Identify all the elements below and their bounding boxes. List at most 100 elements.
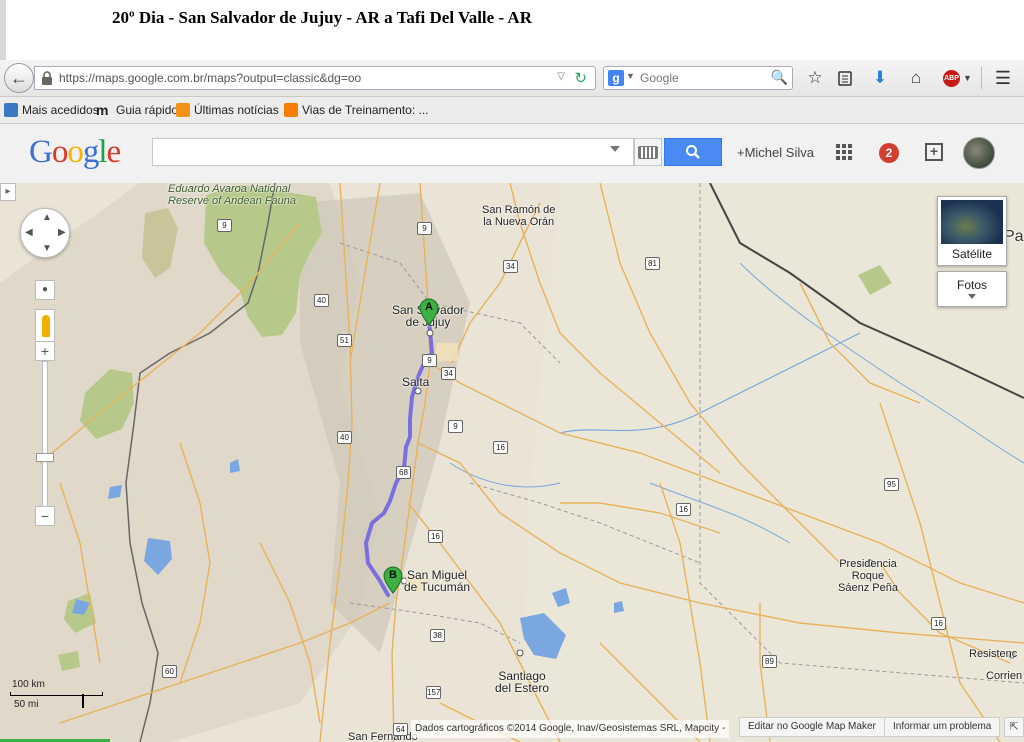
- route-shield: 40: [337, 431, 352, 444]
- collapse-corner-icon[interactable]: ⇱: [1004, 717, 1024, 737]
- santiago-label-line-2: del Estero: [495, 681, 550, 695]
- avatar[interactable]: [963, 137, 995, 169]
- search-dropdown-icon[interactable]: [610, 146, 620, 152]
- center-location-button[interactable]: ●: [35, 280, 55, 300]
- browser-search-box[interactable]: g ▼ Google 🔍: [603, 66, 793, 90]
- san-ramon-label: San Ramón de la Nueva Orán: [482, 204, 555, 228]
- bookmark-ultimas-noticias[interactable]: Últimas notícias: [176, 101, 279, 119]
- chevron-right-icon: ▸: [5, 186, 11, 197]
- page-title-text: 20º Dia - San Salvador de Jujuy - AR a T…: [112, 8, 532, 27]
- google-maps-header: Google +Michel Silva 2 +: [0, 124, 1024, 184]
- google-logo[interactable]: Google: [29, 134, 121, 171]
- user-profile-link[interactable]: +Michel Silva: [737, 145, 814, 160]
- map-canvas[interactable]: Eduardo Avaroa National Reserve of Andean…: [0, 183, 1024, 742]
- zoom-slider-thumb[interactable]: [36, 453, 54, 462]
- san-miguel-label-line-2: de Tucumán: [404, 580, 471, 594]
- rss-icon: [176, 103, 190, 117]
- pan-left-icon[interactable]: ◀: [25, 227, 33, 238]
- san-miguel-label: San Miguel de Tucumán: [404, 569, 470, 593]
- bookmark-guia-rapido[interactable]: m Guia rápido: [96, 101, 178, 119]
- scale-bar: 100 km 50 mi: [10, 677, 103, 717]
- pan-up-icon[interactable]: ▲: [42, 212, 52, 223]
- folder-icon: [4, 103, 18, 117]
- magnifier-icon: [686, 145, 700, 159]
- url-text: https://maps.google.com.br/maps?output=c…: [59, 71, 362, 85]
- home-icon[interactable]: ⌂: [905, 68, 927, 88]
- route-shield: 60: [162, 665, 177, 678]
- zoom-slider-track[interactable]: [42, 361, 48, 511]
- reading-list-icon[interactable]: [834, 68, 856, 88]
- hamburger-menu-icon[interactable]: ☰: [992, 68, 1014, 88]
- reload-icon[interactable]: ↻: [574, 69, 587, 87]
- route-shield: 9: [422, 354, 437, 367]
- photos-label: Fotos: [956, 278, 987, 292]
- route-shield: 38: [430, 629, 445, 642]
- zoom-out-button[interactable]: −: [35, 506, 55, 526]
- photos-toggle[interactable]: Fotos: [937, 271, 1007, 307]
- presidencia-label: Presidencia Roque Sáenz Peña: [838, 558, 898, 594]
- bookmark-label: Últimas notícias: [194, 103, 279, 117]
- bookmark-vias-de-treinamento[interactable]: Vias de Treinamento: ...: [284, 101, 429, 119]
- san-ramon-label-line-2: la Nueva Orán: [483, 216, 555, 228]
- report-problem-link[interactable]: Informar um problema: [884, 717, 1001, 737]
- corrientes-label: Corrien: [986, 670, 1023, 682]
- chevron-down-icon: [968, 294, 976, 299]
- pan-down-icon[interactable]: ▼: [42, 243, 52, 254]
- satellite-thumbnail: [941, 200, 1003, 244]
- plus-icon: +: [40, 343, 50, 359]
- route-origin-marker[interactable]: A: [419, 298, 439, 326]
- route-shield: 157: [426, 686, 441, 699]
- route-shield: 34: [441, 367, 456, 380]
- search-placeholder: Google: [640, 71, 679, 85]
- download-arrow-icon[interactable]: ⬇: [869, 68, 891, 88]
- pan-control[interactable]: ▲ ▼ ◀ ▶: [20, 208, 70, 258]
- satellite-toggle[interactable]: Satélite: [937, 196, 1007, 266]
- back-button[interactable]: ←: [4, 63, 34, 93]
- browser-navigation-bar: ← https://maps.google.com.br/maps?output…: [0, 60, 1024, 97]
- adblock-dropdown-icon[interactable]: ▼: [963, 73, 972, 83]
- resistencia-label: Resistenc: [969, 648, 1018, 660]
- edit-map-maker-link[interactable]: Editar no Google Map Maker: [739, 717, 885, 737]
- eduardo-avaroa-label-line-1: Eduardo Avaroa National: [168, 183, 291, 195]
- bookmark-label: Mais acedidos: [22, 103, 99, 117]
- maps-search-input[interactable]: [152, 138, 634, 166]
- scale-mi-label: 50 mi: [14, 699, 39, 710]
- arrow-left-icon: ←: [10, 67, 28, 88]
- route-shield: 9: [417, 222, 432, 235]
- pegman-icon: [42, 315, 50, 337]
- adblock-icon[interactable]: ABP: [943, 70, 960, 87]
- history-dropdown-icon[interactable]: ▽: [557, 71, 565, 82]
- bookmark-mais-acedidos[interactable]: Mais acedidos: [4, 101, 99, 119]
- side-panel-toggle[interactable]: ▸: [0, 183, 16, 201]
- m-icon: m: [96, 102, 109, 118]
- magnifier-icon[interactable]: 🔍: [771, 69, 788, 86]
- route-shield: 51: [337, 334, 352, 347]
- notification-badge[interactable]: 2: [879, 143, 899, 163]
- pan-right-icon[interactable]: ▶: [58, 227, 66, 238]
- google-engine-icon[interactable]: g: [608, 70, 624, 86]
- zoom-in-button[interactable]: +: [35, 341, 55, 361]
- blog-post-title: 20º Dia - San Salvador de Jujuy - AR a T…: [0, 0, 1024, 60]
- bookmark-star-icon[interactable]: ☆: [804, 68, 826, 88]
- route-destination-marker[interactable]: B: [383, 566, 403, 594]
- dot-icon: ●: [41, 284, 49, 295]
- salta-label: Salta: [402, 375, 430, 389]
- route-shield: 16: [931, 617, 946, 630]
- route-shield: 40: [314, 294, 329, 307]
- maps-search-button[interactable]: [664, 138, 722, 166]
- bookmarks-toolbar: Mais acedidos m Guia rápido Últimas notí…: [0, 97, 1024, 124]
- street-view-pegman[interactable]: [35, 309, 55, 343]
- keyboard-button[interactable]: [634, 138, 662, 166]
- address-bar[interactable]: https://maps.google.com.br/maps?output=c…: [34, 66, 596, 90]
- route-shield: 34: [503, 260, 518, 273]
- satellite-label: Satélite: [951, 247, 993, 261]
- santiago-label: Santiago del Estero: [495, 670, 549, 694]
- presidencia-label-line-1: Presidencia: [839, 558, 897, 570]
- share-plus-icon[interactable]: +: [925, 143, 943, 161]
- route-shield: 89: [762, 655, 777, 668]
- engine-dropdown-icon[interactable]: ▼: [626, 71, 635, 81]
- blogger-icon: [284, 103, 298, 117]
- route-shield: 16: [676, 503, 691, 516]
- apps-grid-icon[interactable]: [836, 144, 852, 160]
- bookmark-label: Guia rápido: [116, 103, 179, 117]
